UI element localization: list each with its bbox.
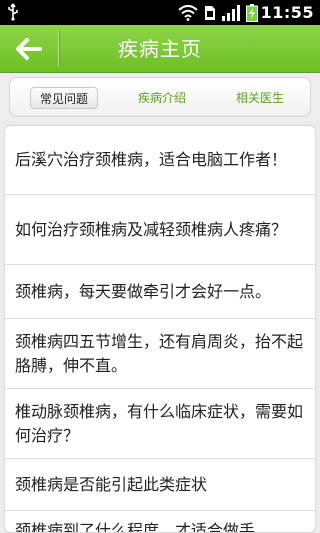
app-bar: 疾病主页 <box>0 25 320 73</box>
list-item[interactable]: 后溪穴治疗颈椎病，适合电脑工作者！ <box>5 126 315 195</box>
status-time: 11:55 <box>260 3 314 22</box>
list-item[interactable]: 椎动脉颈椎病，有什么临床症状，需要如何治疗？ <box>5 389 315 459</box>
list-item[interactable]: 颈椎病，每天要做牵引才会好一点。 <box>5 265 315 319</box>
question-list: 后溪穴治疗颈椎病，适合电脑工作者！ 如何治疗颈椎病及减轻颈椎病人疼痛？ 颈椎病，… <box>4 125 316 533</box>
wifi-icon <box>178 4 198 21</box>
tab-group: 常见问题 疾病介绍 相关医生 <box>9 77 311 117</box>
question-text: 颈椎病是否能引起此类症状 <box>15 474 208 494</box>
tab-disease-intro[interactable]: 疾病介绍 <box>128 87 196 109</box>
question-text: 椎动脉颈椎病，有什么临床症状，需要如何治疗？ <box>15 401 304 445</box>
sd-card-icon <box>205 5 215 20</box>
list-item[interactable]: 颈椎病到了什么程度，才适合做手 <box>5 511 315 533</box>
tab-bar: 常见问题 疾病介绍 相关医生 <box>0 73 320 121</box>
tab-related-doctors[interactable]: 相关医生 <box>226 87 294 109</box>
signal-icon <box>222 4 240 21</box>
usb-icon <box>8 3 18 21</box>
tab-common-questions[interactable]: 常见问题 <box>30 87 98 109</box>
list-item[interactable]: 颈椎病四五节增生，还有肩周炎，抬不起胳膊，伸不直。 <box>5 319 315 389</box>
status-bar: 11:55 <box>0 0 320 25</box>
question-text: 如何治疗颈椎病及减轻颈椎病人疼痛？ <box>15 219 288 239</box>
list-item[interactable]: 如何治疗颈椎病及减轻颈椎病人疼痛？ <box>5 195 315 265</box>
list-item[interactable]: 颈椎病是否能引起此类症状 <box>5 459 315 511</box>
page-title: 疾病主页 <box>118 37 202 61</box>
battery-charging-icon <box>246 3 258 22</box>
question-text: 后溪穴治疗颈椎病，适合电脑工作者！ <box>15 150 288 169</box>
question-text: 颈椎病，每天要做牵引才会好一点。 <box>15 281 272 301</box>
question-text: 颈椎病到了什么程度，才适合做手 <box>15 521 256 533</box>
question-text: 颈椎病四五节增生，还有肩周炎，抬不起胳膊，伸不直。 <box>15 331 304 375</box>
